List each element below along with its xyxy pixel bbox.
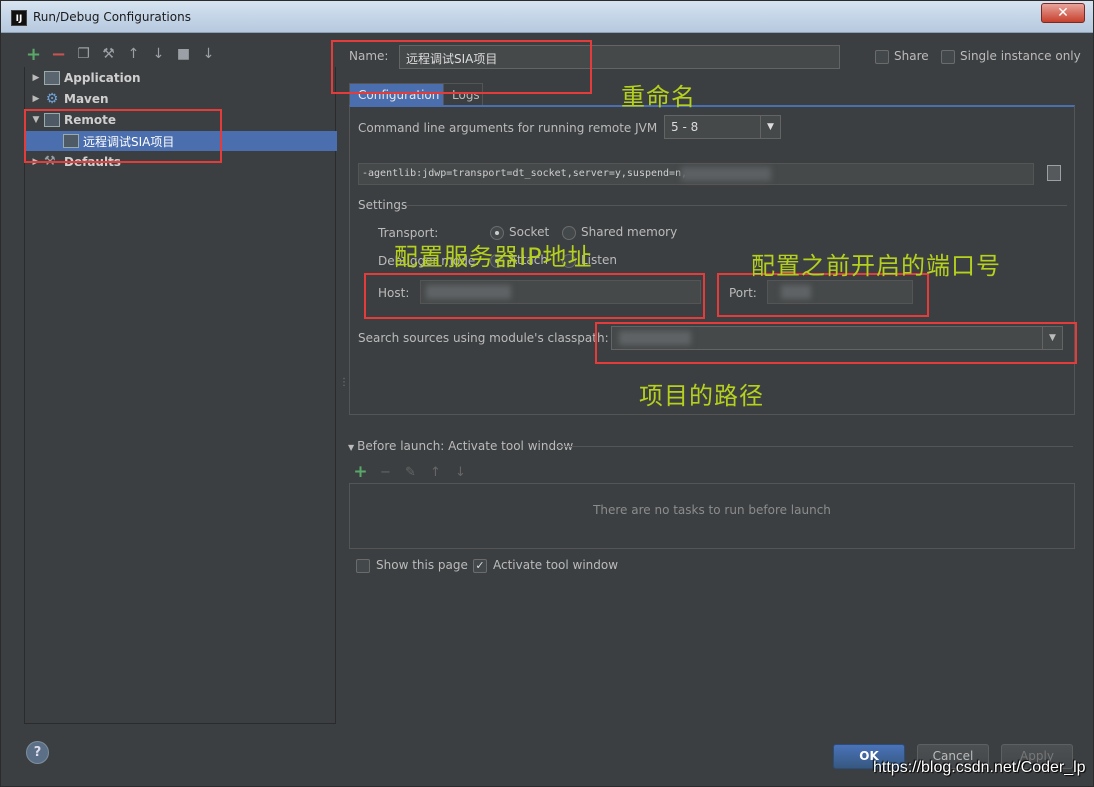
expand-arrow-icon[interactable]: ▶ xyxy=(28,94,44,104)
empty-tasks-text: There are no tasks to run before launch xyxy=(593,503,831,517)
annotation-box-module xyxy=(595,322,1077,364)
checkbox-icon[interactable] xyxy=(356,558,370,573)
annotation-host: 配置服务器IP地址 xyxy=(394,243,593,271)
annotation-path: 项目的路径 xyxy=(639,382,764,410)
redacted-blur xyxy=(681,167,771,181)
activate-label: Activate tool window xyxy=(493,558,619,572)
remove-icon[interactable]: − xyxy=(50,45,67,63)
move-up-icon[interactable]: ↑ xyxy=(125,46,142,63)
wrench-icon[interactable]: ⚒ xyxy=(100,46,117,63)
before-launch-header[interactable]: ▼ Before launch: Activate tool window xyxy=(348,439,573,453)
checkbox-icon[interactable] xyxy=(941,49,955,64)
cmd-args-label: Command line arguments for running remot… xyxy=(358,121,658,135)
divider xyxy=(407,205,1067,206)
annotation-box-name xyxy=(331,40,592,94)
remove-icon[interactable]: − xyxy=(378,465,393,480)
intellij-icon: IJ xyxy=(11,10,27,26)
annotation-box-host xyxy=(364,273,705,319)
annotation-port: 配置之前开启的端口号 xyxy=(751,252,1001,280)
maven-icon: ⚙ xyxy=(45,91,59,107)
checkbox-icon[interactable] xyxy=(875,49,889,64)
run-debug-configurations-dialog: IJ Run/Debug Configurations ✕ + − ❐ ⚒ ↑ … xyxy=(0,0,1094,787)
jvm-version-select[interactable]: 5 - 8 ▼ xyxy=(664,115,781,139)
move-down-icon[interactable]: ↓ xyxy=(453,465,468,480)
checkbox-checked-icon[interactable] xyxy=(473,558,487,573)
tree-item-maven[interactable]: ▶ ⚙ Maven xyxy=(25,89,337,109)
annotation-box-remote xyxy=(24,109,222,163)
share-label: Share xyxy=(894,49,929,63)
expand-arrow-icon[interactable]: ▶ xyxy=(28,73,44,83)
single-instance-checkbox[interactable]: Single instance only xyxy=(941,49,1081,64)
application-icon xyxy=(44,71,60,85)
title-bar: IJ Run/Debug Configurations ✕ xyxy=(1,1,1093,33)
activate-tool-window-checkbox[interactable]: Activate tool window xyxy=(473,558,618,573)
show-page-label: Show this page xyxy=(376,558,468,572)
window-title: Run/Debug Configurations xyxy=(33,10,191,24)
settings-heading: Settings xyxy=(358,198,408,212)
move-down-icon[interactable]: ↓ xyxy=(150,46,167,63)
add-icon[interactable]: + xyxy=(353,462,368,482)
splitter-handle[interactable]: ⋮ xyxy=(339,377,349,388)
show-this-page-checkbox[interactable]: Show this page xyxy=(356,558,468,573)
tree-item-label: Application xyxy=(64,71,141,85)
copy-icon[interactable]: ❐ xyxy=(75,46,92,63)
tree-item-application[interactable]: ▶ Application xyxy=(25,68,337,88)
collapse-arrow-icon[interactable]: ▼ xyxy=(348,443,354,452)
before-launch-toolbar: + − ✎ ↑ ↓ xyxy=(353,462,468,482)
radio-label: Shared memory xyxy=(581,225,678,239)
search-sources-label: Search sources using module's classpath: xyxy=(358,331,609,345)
watermark: https://blog.csdn.net/Coder_lp xyxy=(873,759,1086,776)
jvm-version-value: 5 - 8 xyxy=(671,120,699,134)
divider xyxy=(557,446,1073,447)
annotation-rename: 重命名 xyxy=(621,83,696,111)
edit-icon[interactable]: ✎ xyxy=(403,465,418,480)
single-instance-label: Single instance only xyxy=(960,49,1081,63)
before-launch-label: Before launch: Activate tool window xyxy=(357,439,574,453)
folder-icon[interactable]: ■ xyxy=(175,46,192,63)
config-toolbar: + − ❐ ⚒ ↑ ↓ ■ ↓ xyxy=(25,43,217,65)
move-up-icon[interactable]: ↑ xyxy=(428,465,443,480)
copy-to-clipboard-icon[interactable] xyxy=(1047,165,1061,181)
add-icon[interactable]: + xyxy=(25,45,42,63)
share-checkbox[interactable]: Share xyxy=(875,49,929,64)
sort-icon[interactable]: ↓ xyxy=(200,46,217,63)
help-button[interactable]: ? xyxy=(26,741,49,764)
tree-item-label: Maven xyxy=(64,92,109,106)
close-button[interactable]: ✕ xyxy=(1041,3,1085,23)
chevron-down-icon[interactable]: ▼ xyxy=(760,116,780,138)
configuration-tree: ▶ Application ▶ ⚙ Maven ▼ Remote 远程调试SIA… xyxy=(24,67,337,724)
before-launch-tasks-list: There are no tasks to run before launch xyxy=(349,483,1075,549)
